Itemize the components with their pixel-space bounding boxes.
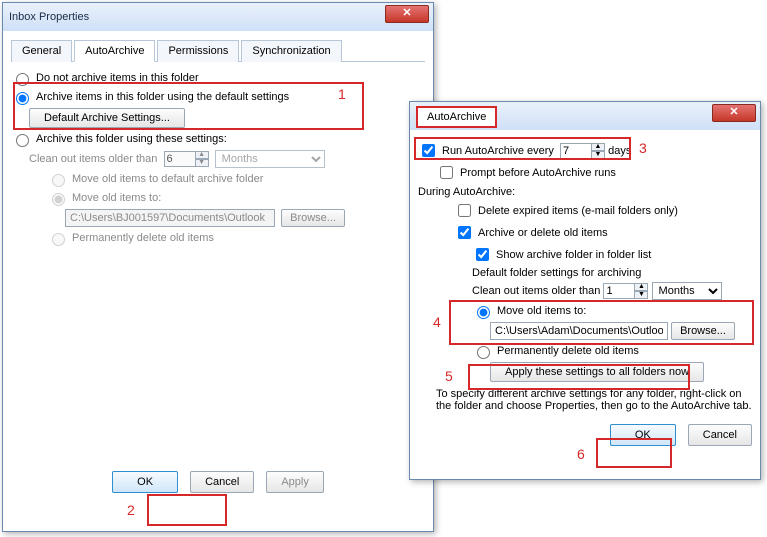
tab-autoarchive[interactable]: AutoArchive bbox=[74, 40, 155, 62]
path-field bbox=[65, 209, 275, 227]
radio-move-to bbox=[52, 193, 65, 206]
autoarchive-dialog: AutoArchive ✕ Run AutoArchive every ▲▼ d… bbox=[409, 101, 761, 480]
path-field[interactable] bbox=[490, 322, 668, 340]
radio-perm-delete[interactable] bbox=[477, 346, 490, 359]
spin-up-icon[interactable]: ▲ bbox=[591, 143, 605, 151]
archive-delete-label: Archive or delete old items bbox=[478, 227, 608, 239]
cancel-button[interactable]: Cancel bbox=[190, 471, 254, 493]
tab-autoarchive[interactable]: AutoArchive bbox=[416, 106, 497, 128]
tab-strip: General AutoArchive Permissions Synchron… bbox=[11, 39, 425, 62]
browse-button: Browse... bbox=[281, 209, 345, 227]
spin-down-icon[interactable]: ▼ bbox=[591, 151, 605, 159]
close-button[interactable]: ✕ bbox=[712, 104, 756, 122]
clean-label: Clean out items older than bbox=[29, 153, 157, 165]
window-title: Inbox Properties bbox=[9, 11, 89, 23]
clean-count bbox=[164, 151, 196, 167]
titlebar: AutoArchive ✕ bbox=[410, 102, 760, 130]
spin-up-icon: ▲ bbox=[195, 151, 209, 159]
tab-synchronization[interactable]: Synchronization bbox=[241, 40, 341, 62]
cancel-button[interactable]: Cancel bbox=[688, 424, 752, 446]
tab-permissions[interactable]: Permissions bbox=[157, 40, 239, 62]
prompt-checkbox[interactable] bbox=[440, 166, 453, 179]
days-label: days bbox=[608, 145, 631, 157]
titlebar: Inbox Properties ✕ bbox=[3, 3, 433, 31]
label-perm-delete: Permanently delete old items bbox=[497, 345, 639, 357]
apply-button[interactable]: Apply bbox=[266, 471, 324, 493]
clean-unit: Months bbox=[215, 150, 325, 168]
label-move-to: Move old items to: bbox=[497, 305, 586, 317]
delete-expired-label: Delete expired items (e-mail folders onl… bbox=[478, 205, 678, 217]
radio-default-settings[interactable] bbox=[16, 92, 29, 105]
show-folder-checkbox[interactable] bbox=[476, 248, 489, 261]
label-no-archive: Do not archive items in this folder bbox=[36, 72, 199, 84]
run-autoarchive-checkbox[interactable] bbox=[422, 144, 435, 157]
default-archive-settings-button[interactable]: Default Archive Settings... bbox=[29, 108, 185, 128]
ok-button[interactable]: OK bbox=[610, 424, 676, 446]
close-button[interactable]: ✕ bbox=[385, 5, 429, 23]
clean-unit[interactable]: Months bbox=[652, 282, 722, 300]
label-default-settings: Archive items in this folder using the d… bbox=[36, 91, 289, 103]
run-label: Run AutoArchive every bbox=[442, 145, 554, 157]
apply-all-button[interactable]: Apply these settings to all folders now bbox=[490, 362, 704, 382]
spin-up-icon[interactable]: ▲ bbox=[634, 283, 648, 291]
label-these-settings: Archive this folder using these settings… bbox=[36, 133, 227, 145]
radio-perm-delete bbox=[52, 233, 65, 246]
delete-expired-checkbox[interactable] bbox=[458, 204, 471, 217]
archive-delete-checkbox[interactable] bbox=[458, 226, 471, 239]
radio-these-settings[interactable] bbox=[16, 134, 29, 147]
browse-button[interactable]: Browse... bbox=[671, 322, 735, 340]
show-folder-label: Show archive folder in folder list bbox=[496, 249, 651, 261]
run-days[interactable] bbox=[560, 143, 592, 159]
tab-general[interactable]: General bbox=[11, 40, 72, 62]
dialog-buttons: OK Cancel Apply bbox=[11, 471, 425, 493]
label-move-default: Move old items to default archive folder bbox=[72, 173, 263, 185]
clean-label: Clean out items older than bbox=[472, 285, 600, 297]
during-label: During AutoArchive: bbox=[418, 186, 752, 198]
radio-move-to[interactable] bbox=[477, 306, 490, 319]
inbox-properties-dialog: Inbox Properties ✕ General AutoArchive P… bbox=[2, 2, 434, 532]
clean-count[interactable] bbox=[603, 283, 635, 299]
radio-move-default bbox=[52, 174, 65, 187]
radio-no-archive[interactable] bbox=[16, 73, 29, 86]
label-perm-delete: Permanently delete old items bbox=[72, 232, 214, 244]
prompt-label: Prompt before AutoArchive runs bbox=[460, 167, 616, 179]
spin-down-icon: ▼ bbox=[195, 159, 209, 167]
spin-down-icon[interactable]: ▼ bbox=[634, 291, 648, 299]
label-move-to: Move old items to: bbox=[72, 192, 161, 204]
help-text: To specify different archive settings fo… bbox=[436, 388, 752, 412]
ok-button[interactable]: OK bbox=[112, 471, 178, 493]
default-settings-head: Default folder settings for archiving bbox=[472, 267, 752, 279]
